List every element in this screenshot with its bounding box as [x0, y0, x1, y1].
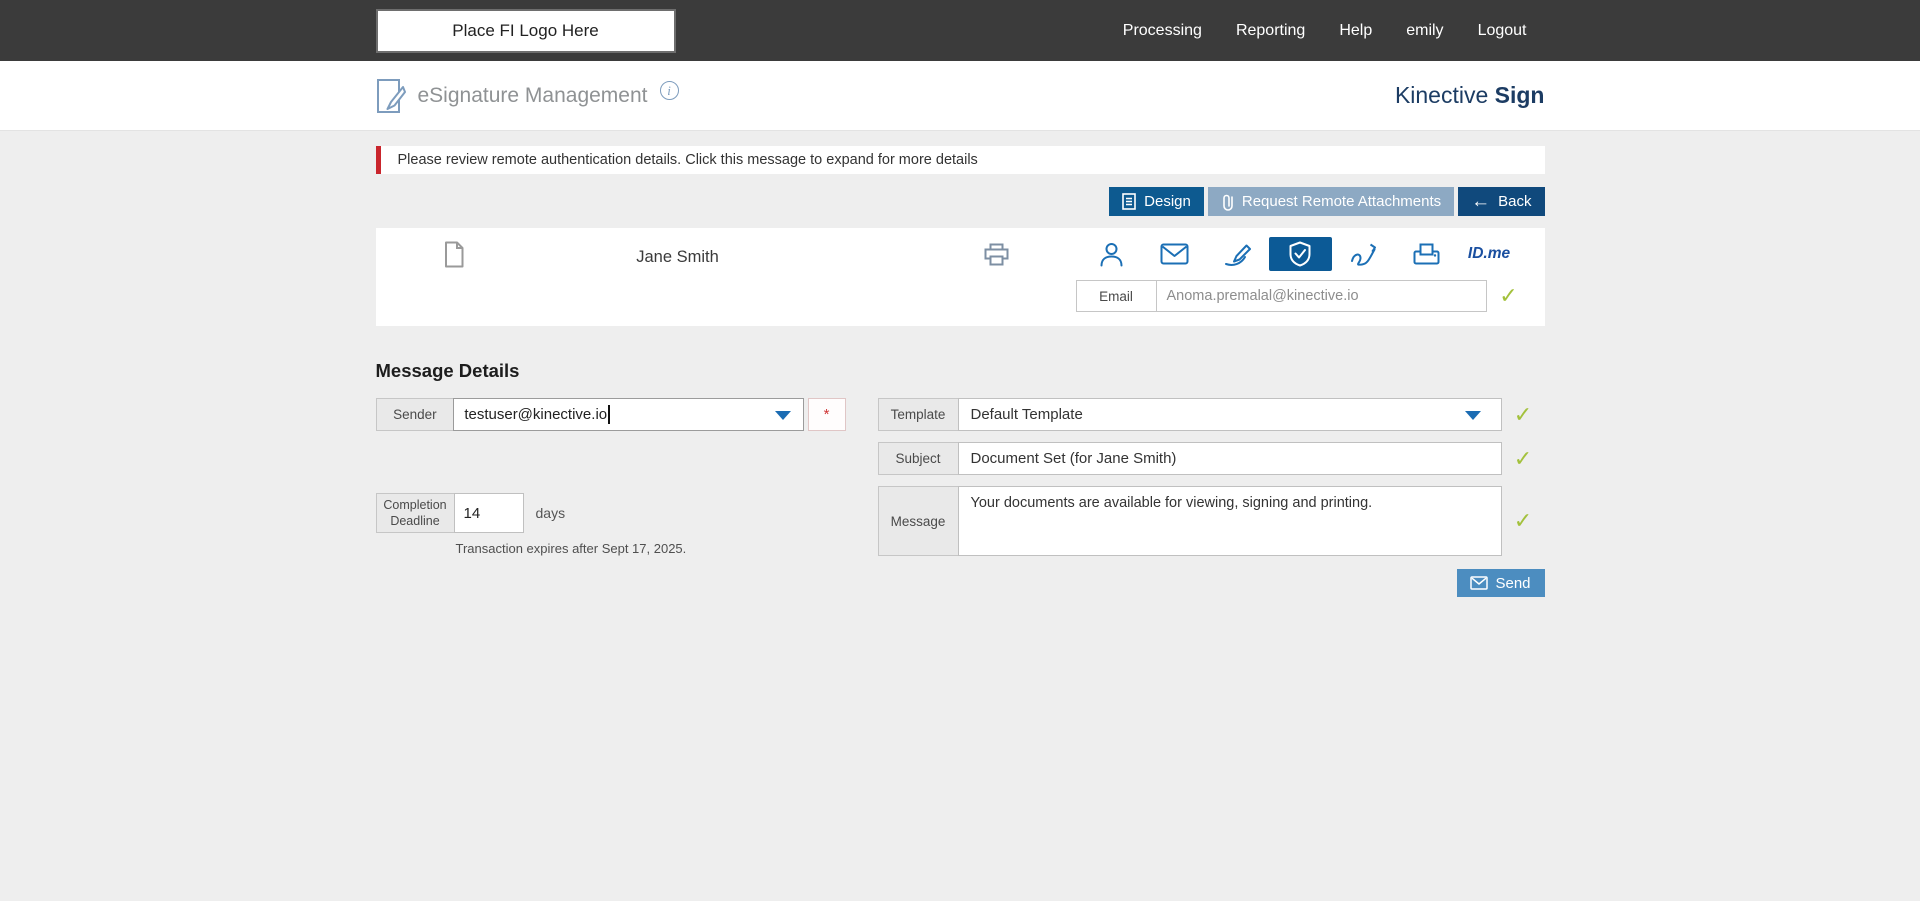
recipient-card: Jane Smith [376, 228, 1545, 326]
brand-product: Sign [1495, 82, 1545, 108]
page-title: eSignature Management [418, 84, 648, 108]
email-field-label: Email [1076, 280, 1156, 312]
template-valid-check-icon: ✓ [1502, 402, 1545, 428]
chevron-down-icon [1465, 411, 1481, 420]
subject-input[interactable]: Document Set (for Jane Smith) [958, 442, 1502, 475]
brand-logo: Kinective Sign [1395, 82, 1545, 109]
authentication-method-row: ID.me [1080, 237, 1521, 271]
days-label: days [536, 505, 566, 521]
top-bar: Place FI Logo Here Processing Reporting … [0, 0, 1920, 61]
recipient-name: Jane Smith [553, 248, 803, 267]
completion-deadline-label: Completion Deadline [376, 493, 454, 533]
send-envelope-icon [1470, 576, 1488, 590]
auth-email-icon[interactable] [1143, 237, 1206, 271]
alert-text: Please review remote authentication deta… [398, 152, 978, 168]
request-remote-attachments-button[interactable]: Request Remote Attachments [1208, 187, 1454, 216]
nav-item-processing[interactable]: Processing [1123, 22, 1202, 40]
back-button[interactable]: ← Back [1458, 187, 1544, 216]
text-cursor [608, 405, 610, 424]
completion-deadline-input[interactable]: 14 [454, 493, 524, 533]
design-button[interactable]: Design [1109, 187, 1204, 216]
message-details-form: Sender testuser@kinective.io * Completio… [376, 398, 1545, 597]
chevron-down-icon [775, 411, 791, 420]
design-document-icon [1122, 193, 1136, 210]
back-arrow-icon: ← [1471, 192, 1490, 211]
back-button-label: Back [1498, 193, 1531, 210]
completion-deadline-value: 14 [464, 505, 481, 522]
email-input[interactable]: Anoma.premalal@kinective.io [1156, 280, 1487, 312]
page-header: eSignature Management i Kinective Sign [0, 61, 1920, 131]
message-details-heading: Message Details [376, 360, 1545, 382]
sender-field-label: Sender [376, 398, 454, 431]
message-textarea[interactable]: Your documents are available for viewing… [958, 486, 1502, 556]
request-remote-attachments-label: Request Remote Attachments [1242, 193, 1441, 210]
email-valid-check-icon: ✓ [1487, 280, 1531, 312]
expiry-note: Transaction expires after Sept 17, 2025. [456, 541, 846, 556]
brand-name: Kinective [1395, 82, 1488, 108]
required-field-marker: * [808, 398, 846, 431]
printer-icon[interactable] [984, 243, 1009, 266]
fi-logo-placeholder: Place FI Logo Here [376, 9, 676, 53]
auth-idme-icon[interactable]: ID.me [1458, 237, 1521, 271]
message-valid-check-icon: ✓ [1502, 508, 1545, 534]
top-navigation: Processing Reporting Help emily Logout [1123, 22, 1545, 40]
send-button[interactable]: Send [1457, 569, 1545, 597]
auth-draw-signature-icon[interactable] [1332, 237, 1395, 271]
sender-select[interactable]: testuser@kinective.io [453, 398, 803, 431]
action-toolbar: Design Request Remote Attachments ← Back [376, 187, 1545, 216]
nav-item-username[interactable]: emily [1406, 22, 1443, 40]
auth-signature-pen-icon[interactable] [1206, 237, 1269, 271]
auth-person-icon[interactable] [1080, 237, 1143, 271]
auth-fax-icon[interactable] [1395, 237, 1458, 271]
sender-value: testuser@kinective.io [464, 406, 607, 423]
info-icon[interactable]: i [660, 81, 679, 100]
main-content: Please review remote authentication deta… [0, 131, 1920, 901]
subject-valid-check-icon: ✓ [1502, 446, 1545, 472]
paperclip-icon [1221, 193, 1234, 211]
nav-item-reporting[interactable]: Reporting [1236, 22, 1305, 40]
template-value: Default Template [971, 406, 1083, 423]
recipient-email-field: Email Anoma.premalal@kinective.io ✓ [1076, 280, 1531, 312]
email-value: Anoma.premalal@kinective.io [1167, 288, 1359, 304]
template-select[interactable]: Default Template [958, 398, 1502, 431]
subject-value: Document Set (for Jane Smith) [971, 450, 1177, 467]
asterisk-icon: * [824, 406, 830, 423]
subject-field-label: Subject [878, 442, 958, 475]
nav-item-logout[interactable]: Logout [1478, 22, 1527, 40]
message-field-label: Message [878, 486, 958, 556]
template-field-label: Template [878, 398, 958, 431]
idme-logo: ID.me [1468, 245, 1510, 263]
design-button-label: Design [1144, 193, 1191, 210]
document-icon [443, 241, 465, 268]
auth-shield-icon[interactable] [1269, 237, 1332, 271]
nav-item-help[interactable]: Help [1339, 22, 1372, 40]
esignature-document-icon [376, 77, 406, 115]
send-button-label: Send [1495, 575, 1530, 592]
fi-logo-placeholder-text: Place FI Logo Here [452, 21, 598, 41]
remote-authentication-alert[interactable]: Please review remote authentication deta… [376, 146, 1545, 174]
